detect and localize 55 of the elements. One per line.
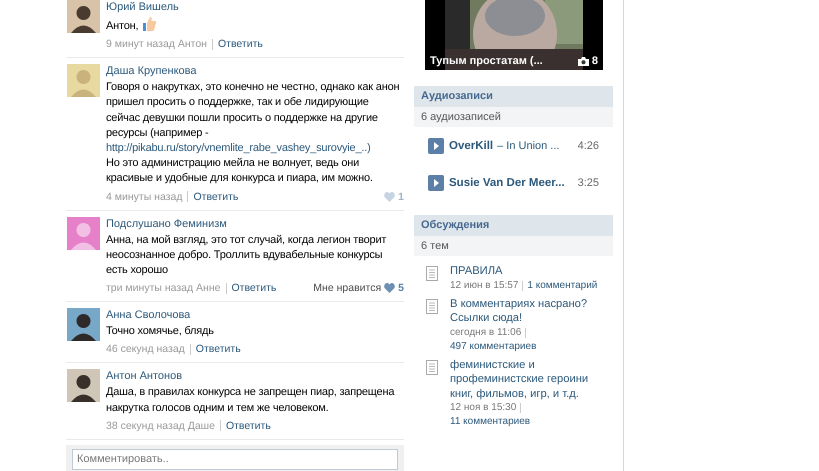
like-label[interactable]: Мне нравится (313, 281, 382, 296)
photo-count: 8 (592, 55, 598, 67)
topic-comments[interactable]: 1 комментарий (527, 278, 598, 292)
topic-title[interactable]: феминистские и профеминистские героини книг, фильмов, игр, и т.д. (450, 358, 601, 401)
author-name[interactable]: Анна Сволочова (106, 308, 404, 322)
topic-title[interactable]: В комментариях насрано? Ссылки сюда! (450, 296, 601, 326)
comment-text: Говоря о накрутках, это конечно не честно, однако как анон пришел просить о поддержке, так и обе лидирующие сейчас девушки пошли просить о поддержке на другие ресурсы (например - http://pikabu.ru/story/vnemlite_rabe_vashey_surovyie_..) Но это администрацию мейла не волнует, ведь они красивые и удобные для конкурса и пиара, им можно. (106, 80, 400, 186)
track-duration: 3:25 (578, 176, 599, 188)
topic-date: сегодня в 11:06 (450, 326, 522, 340)
comment-time: три минуты назад Анне (106, 281, 220, 296)
topic-date: 12 ноя в 15:30 (450, 401, 516, 415)
author-name[interactable]: Юрий Вишель (106, 0, 404, 14)
section-count: 6 тем (414, 236, 613, 256)
camera-icon (578, 56, 589, 66)
like-count: 1 (398, 190, 404, 204)
author-name[interactable]: Даша Крупенкова (106, 64, 404, 78)
section-count: 6 аудиозаписей (414, 107, 613, 127)
author-name[interactable]: Подслушано Феминизм (106, 216, 404, 231)
avatar[interactable] (67, 0, 100, 33)
comment-text: Точно хомячье, блядь (106, 324, 215, 340)
avatar[interactable] (67, 369, 100, 402)
author-name[interactable]: Антон Антонов (106, 369, 404, 384)
document-icon (426, 266, 438, 281)
comment-time: 46 секунд назад (106, 342, 185, 356)
reply-link[interactable]: Ответить (226, 418, 271, 433)
topic-comments[interactable]: 11 комментариев (450, 415, 530, 429)
comment-text: Анна, на мой взгляд, это тот случай, когда легион творит неосознанное добро. Троллить вдувабельные конкурсы есть хорошо (106, 232, 388, 278)
comment-text: Даша, в правилах конкурса не запрещен пиар, запрещена накрутка голосов одним и тем же человеком. (106, 385, 396, 416)
topic-date: 12 июн в 15:57 (450, 278, 518, 292)
track-title[interactable]: – In Union ... (497, 140, 560, 152)
play-icon[interactable] (428, 138, 444, 154)
section-header[interactable]: Обсуждения (414, 215, 613, 236)
comment-field[interactable]: Комментировать.. (72, 448, 398, 470)
topic-comments[interactable]: 497 комментариев (450, 340, 536, 354)
comment-link[interactable]: http://pikabu.ru/story/vnemlite_rabe_vashey_surovyie_..) (106, 142, 371, 154)
track-artist[interactable]: OverKill (449, 140, 494, 152)
reply-link[interactable]: Ответить (193, 190, 238, 204)
heart-icon[interactable] (384, 283, 396, 294)
play-icon[interactable] (428, 174, 444, 190)
document-icon (426, 298, 438, 314)
track-duration: 4:26 (578, 140, 599, 152)
comment-time: 38 секунд назад Даше (106, 418, 215, 433)
comment-time: 4 минуты назад (106, 190, 182, 204)
document-icon (426, 360, 438, 374)
track-artist[interactable]: Susie Van Der Meer... (449, 176, 565, 188)
avatar[interactable] (67, 308, 100, 342)
topic-title[interactable]: ПРАВИЛА (450, 264, 598, 278)
section-header[interactable]: Аудиозаписи (414, 86, 613, 107)
reply-link[interactable]: Ответить (196, 342, 241, 356)
reply-link[interactable]: Ответить (232, 281, 276, 296)
comment-time: 9 минут назад Антон (106, 37, 207, 52)
album-caption[interactable]: Тупым простатам (... (430, 55, 543, 67)
comment-text: Антон, (106, 16, 404, 34)
reply-link[interactable]: Ответить (218, 37, 263, 52)
like-count: 5 (398, 281, 404, 296)
